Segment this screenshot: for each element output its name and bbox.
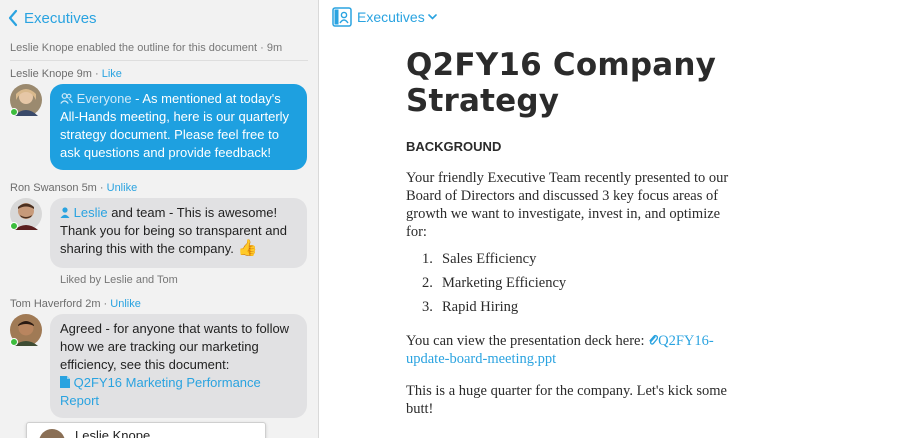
- avatar: [39, 429, 65, 438]
- attachment-icon: [648, 333, 659, 349]
- message-bubble: Agreed - for anyone that wants to follow…: [50, 314, 307, 418]
- document-title[interactable]: Q2FY16 Company Strategy: [406, 47, 736, 119]
- liked-by[interactable]: Liked by Leslie and Tom: [60, 274, 178, 286]
- section-heading[interactable]: BACKGROUND: [406, 139, 736, 154]
- user-card[interactable]: Leslie Knope: [26, 422, 266, 438]
- chat-pane: Executives Leslie Knope enabled the outl…: [0, 0, 319, 438]
- paragraph[interactable]: Your friendly Executive Team recently pr…: [406, 169, 736, 241]
- document-pane: Executives Q2FY16 Company Strategy BACKG…: [320, 0, 916, 438]
- unlike-button[interactable]: Unlike: [110, 298, 141, 310]
- avatar[interactable]: [10, 314, 44, 350]
- group-folder-icon: [332, 7, 352, 27]
- online-status-icon: [10, 108, 18, 116]
- message-time: 9m: [76, 68, 92, 80]
- unlike-button[interactable]: Unlike: [107, 182, 138, 194]
- document-link[interactable]: Q2FY16 Marketing Performance Report: [60, 375, 261, 408]
- list-item[interactable]: 1. Sales Efficiency: [422, 247, 736, 271]
- mention-leslie[interactable]: Leslie: [74, 205, 108, 220]
- message-time: 5m: [81, 182, 97, 194]
- message-meta: Ron Swanson 5m · Unlike: [10, 182, 138, 194]
- message-meta: Leslie Knope 9m · Like: [10, 68, 122, 80]
- list-item[interactable]: 3. Rapid Hiring: [422, 295, 736, 319]
- group-icon: [60, 91, 77, 106]
- like-button[interactable]: Like: [102, 68, 122, 80]
- author-name: Tom Haverford: [10, 298, 83, 310]
- mention-everyone[interactable]: Everyone: [77, 91, 132, 106]
- folder-dropdown[interactable]: Executives: [332, 6, 437, 28]
- folder-name: Executives: [357, 9, 425, 25]
- numbered-list: 1. Sales Efficiency 2. Marketing Efficienc…: [422, 247, 736, 319]
- message-time: 2m: [85, 298, 101, 310]
- user-icon: [60, 205, 74, 220]
- back-button[interactable]: Executives: [4, 6, 114, 30]
- message-bubble: Leslie and team - This is awesome! Thank…: [50, 198, 307, 268]
- chevron-down-icon: [427, 12, 437, 23]
- avatar[interactable]: [10, 198, 44, 234]
- author-name: Ron Swanson: [10, 182, 79, 194]
- message-meta: Tom Haverford 2m · Unlike: [10, 298, 141, 310]
- message-text: Agreed - for anyone that wants to follow…: [60, 321, 290, 372]
- list-item[interactable]: 2. Marketing Efficiency: [422, 271, 736, 295]
- system-note: Leslie Knope enabled the outline for thi…: [10, 42, 308, 61]
- document-icon: [60, 375, 74, 390]
- chevron-left-icon: [4, 6, 22, 30]
- paragraph[interactable]: This is a huge quarter for the company. …: [406, 382, 736, 418]
- avatar[interactable]: [10, 84, 44, 120]
- thumbs-up-icon: 👍: [237, 240, 258, 257]
- back-label: Executives: [24, 9, 97, 27]
- paragraph-text: You can view the presentation deck here:: [406, 333, 649, 349]
- message-bubble: Everyone - As mentioned at today's All-H…: [50, 84, 307, 170]
- user-card-name: Leslie Knope: [75, 428, 151, 438]
- online-status-icon: [10, 222, 18, 230]
- author-name: Leslie Knope: [10, 68, 74, 80]
- paragraph[interactable]: You can view the presentation deck here:…: [406, 332, 736, 368]
- document-body[interactable]: Q2FY16 Company Strategy BACKGROUND Your …: [406, 47, 736, 418]
- chat-header: Executives: [0, 0, 318, 36]
- online-status-icon: [10, 338, 18, 346]
